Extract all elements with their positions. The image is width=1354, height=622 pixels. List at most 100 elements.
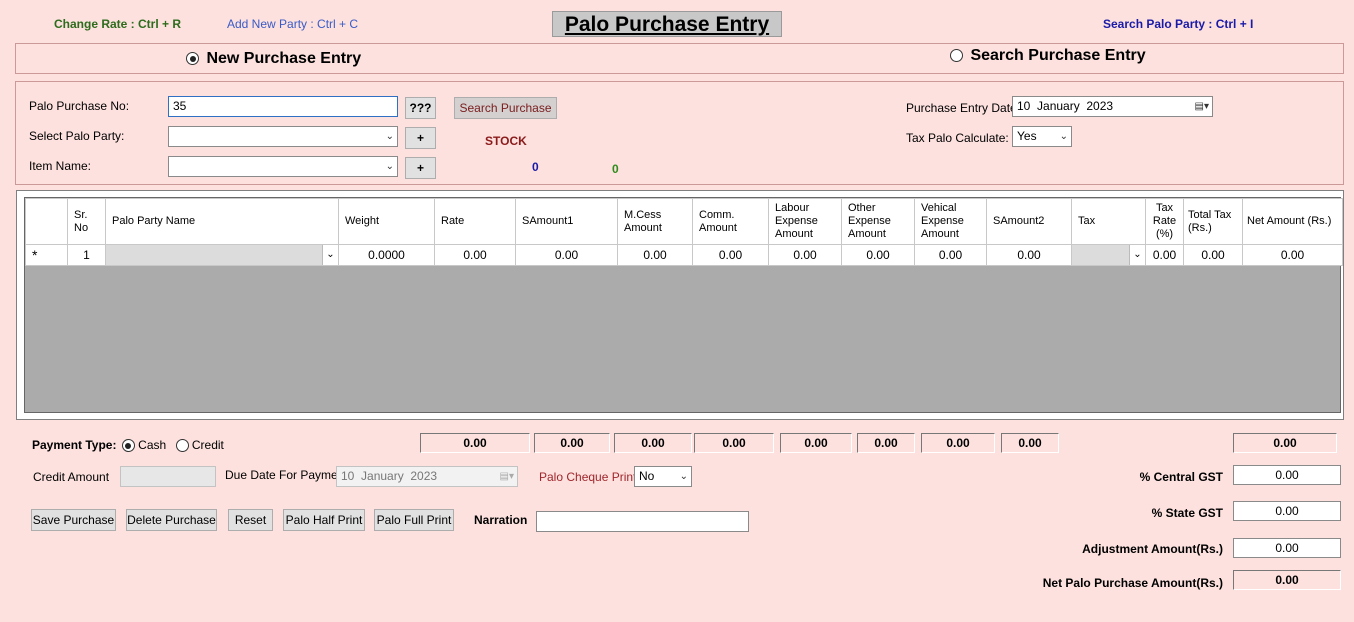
adjustment-label: Adjustment Amount(Rs.) [1082, 542, 1223, 556]
search-purchase-label: Search Purchase Entry [970, 47, 1146, 64]
new-purchase-label: New Purchase Entry [206, 50, 362, 67]
cheque-print-label: Palo Cheque Print: [539, 470, 640, 484]
add-party-button[interactable]: + [405, 127, 436, 149]
party-select[interactable]: ⌄ [168, 126, 398, 147]
stock-label: STOCK [485, 134, 527, 148]
total-samount1: 0.00 [534, 433, 610, 453]
purchase-grid-frame: Sr. No Palo Party Name Weight Rate SAmou… [16, 190, 1344, 420]
grid-header-cell: Total Tax (Rs.) [1183, 198, 1243, 245]
purchase-no-label: Palo Purchase No: [29, 99, 130, 113]
narration-input[interactable] [536, 511, 749, 532]
grid-cell-tax[interactable]: ⌄ [1071, 244, 1146, 266]
grid-cell-sr-no[interactable]: 1 [67, 244, 106, 266]
half-print-button[interactable]: Palo Half Print [283, 509, 365, 531]
due-date-label: Due Date For Payment [225, 468, 348, 482]
search-purchase-option[interactable]: Search Purchase Entry [950, 47, 1146, 65]
grid-header-cell: SAmount2 [986, 198, 1072, 245]
total-comm: 0.00 [694, 433, 774, 453]
lookup-button[interactable]: ??? [405, 97, 436, 119]
search-purchase-button[interactable]: Search Purchase [454, 97, 557, 119]
grid-header-cell: Rate [434, 198, 516, 245]
chevron-down-icon: ⌄ [679, 471, 688, 482]
party-label: Select Palo Party: [29, 129, 125, 143]
grid-header-cell: Weight [338, 198, 435, 245]
grid-cell-party-name[interactable]: ⌄ [105, 244, 339, 266]
delete-purchase-button[interactable]: Delete Purchase [126, 509, 217, 531]
total-labour: 0.00 [780, 433, 852, 453]
reset-button[interactable]: Reset [228, 509, 273, 531]
item-select[interactable]: ⌄ [168, 156, 398, 177]
grid-header-cell [25, 198, 68, 245]
entry-date-label: Purchase Entry Date: [906, 101, 1021, 115]
search-party-hint: Search Palo Party : Ctrl + I [1103, 17, 1254, 31]
due-date-picker[interactable]: 10 January 2023 ▤▾ [336, 466, 518, 487]
tax-calc-label: Tax Palo Calculate: [906, 131, 1009, 145]
grid-cell-labour[interactable]: 0.00 [768, 244, 842, 266]
state-gst-input[interactable]: 0.00 [1233, 501, 1341, 521]
narration-label: Narration [474, 513, 528, 527]
credit-radio[interactable] [175, 439, 189, 453]
purchase-grid[interactable]: Sr. No Palo Party Name Weight Rate SAmou… [24, 197, 1343, 413]
grid-cell-mcess[interactable]: 0.00 [617, 244, 693, 266]
central-gst-input[interactable]: 0.00 [1233, 465, 1341, 485]
grid-cell-comm[interactable]: 0.00 [692, 244, 769, 266]
calendar-icon[interactable]: ▤▾ [500, 467, 514, 486]
state-gst-label: % State GST [1151, 506, 1223, 520]
cheque-print-select[interactable]: No ⌄ [634, 466, 692, 487]
search-purchase-radio[interactable] [950, 49, 963, 63]
grid-cell-rate[interactable]: 0.00 [434, 244, 516, 266]
credit-amount-input[interactable] [120, 466, 216, 487]
total-other: 0.00 [857, 433, 915, 453]
total-samount2: 0.00 [1001, 433, 1059, 453]
chevron-down-icon: ⌄ [385, 161, 394, 172]
new-row-marker: * [25, 244, 68, 266]
grid-cell-weight[interactable]: 0.0000 [338, 244, 435, 266]
grid-cell-vehical[interactable]: 0.00 [914, 244, 987, 266]
cash-radio[interactable] [121, 439, 135, 453]
new-purchase-radio[interactable] [186, 52, 199, 66]
new-purchase-option[interactable]: New Purchase Entry [186, 50, 361, 68]
cheque-print-value: No [639, 469, 655, 483]
grid-header-cell: M.Cess Amount [617, 198, 693, 245]
table-row[interactable]: * 1 ⌄ 0.0000 0.00 0.00 0.00 0.00 0.00 0.… [25, 244, 1343, 266]
grid-cell-total-tax[interactable]: 0.00 [1183, 244, 1243, 266]
tax-calc-select[interactable]: Yes ⌄ [1012, 126, 1072, 147]
due-date-value: 10 January 2023 [341, 469, 438, 483]
grid-cell-samount1[interactable]: 0.00 [515, 244, 618, 266]
adjustment-input[interactable]: 0.00 [1233, 538, 1341, 558]
total-vehical: 0.00 [921, 433, 995, 453]
cash-label: Cash [138, 438, 167, 452]
purchase-no-input[interactable]: 35 [168, 96, 398, 117]
save-purchase-button[interactable]: Save Purchase [31, 509, 116, 531]
grid-cell-net-amount[interactable]: 0.00 [1242, 244, 1343, 266]
grid-header-cell: SAmount1 [515, 198, 618, 245]
stock-value-secondary: 0 [612, 162, 619, 176]
grid-header-cell: Tax Rate (%) [1145, 198, 1184, 245]
total-weight: 0.00 [420, 433, 530, 453]
total-net-amount: 0.00 [1233, 433, 1337, 453]
chevron-down-icon[interactable]: ⌄ [1129, 245, 1145, 265]
calendar-icon[interactable]: ▤▾ [1195, 97, 1209, 116]
grid-cell-other[interactable]: 0.00 [841, 244, 915, 266]
entry-date-value: 10 January 2023 [1017, 99, 1114, 113]
net-amount-label: Net Palo Purchase Amount(Rs.) [1042, 576, 1223, 590]
page-title: Palo Purchase Entry [552, 11, 782, 37]
grid-cell-samount2[interactable]: 0.00 [986, 244, 1072, 266]
grid-header-row: Sr. No Palo Party Name Weight Rate SAmou… [25, 198, 1343, 245]
payment-type-label: Payment Type: [32, 438, 117, 452]
full-print-button[interactable]: Palo Full Print [374, 509, 454, 531]
tax-calc-value: Yes [1017, 129, 1037, 143]
change-rate-hint: Change Rate : Ctrl + R [54, 17, 182, 31]
grid-header-cell: Labour Expense Amount [768, 198, 842, 245]
grid-header-cell: Tax [1071, 198, 1146, 245]
chevron-down-icon[interactable]: ⌄ [322, 245, 338, 265]
payment-type-group: Payment Type: Cash Credit [32, 438, 224, 453]
grid-cell-tax-rate[interactable]: 0.00 [1145, 244, 1184, 266]
central-gst-label: % Central GST [1139, 470, 1223, 484]
credit-label: Credit [191, 438, 224, 452]
total-mcess: 0.00 [614, 433, 692, 453]
grid-header-cell: Net Amount (Rs.) [1242, 198, 1343, 245]
net-amount-value: 0.00 [1233, 570, 1341, 590]
add-item-button[interactable]: + [405, 157, 436, 179]
entry-date-picker[interactable]: 10 January 2023 ▤▾ [1012, 96, 1213, 117]
